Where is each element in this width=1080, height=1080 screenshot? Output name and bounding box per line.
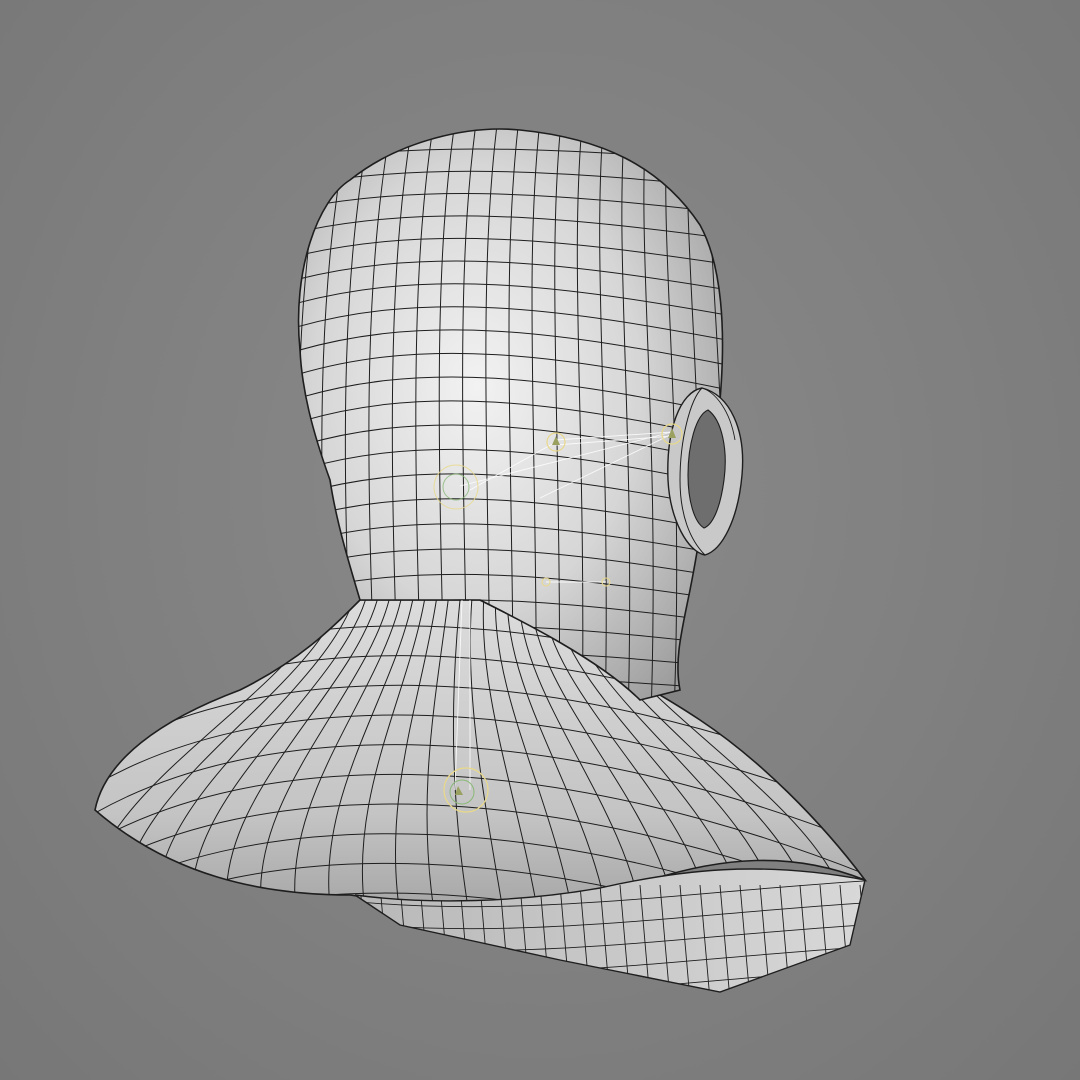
inner-wire-line <box>859 884 865 992</box>
inner-wire-line <box>880 885 890 1000</box>
3d-viewport[interactable] <box>0 0 1080 1080</box>
inner-wire-line <box>355 967 865 992</box>
scene-canvas[interactable] <box>0 0 1080 1080</box>
